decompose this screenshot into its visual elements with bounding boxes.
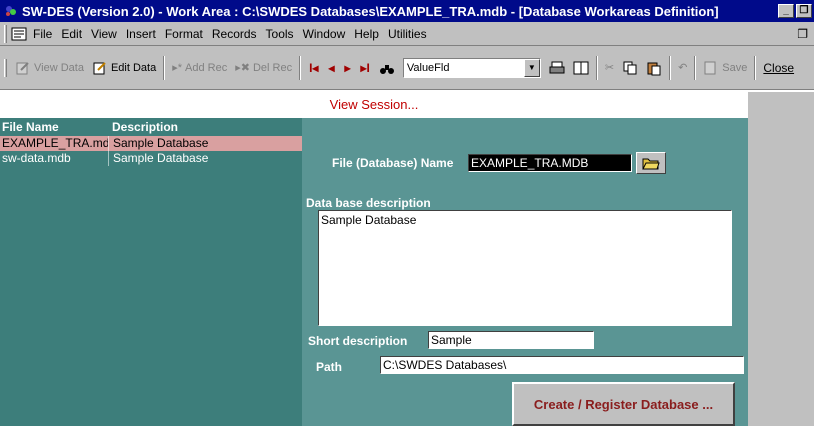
row-description: Sample Database	[108, 136, 302, 151]
menu-edit[interactable]: Edit	[61, 27, 82, 41]
row-description: Sample Database	[108, 151, 302, 166]
menu-tools[interactable]: Tools	[266, 27, 294, 41]
view-data-label: View Data	[34, 61, 84, 74]
menu-utilities[interactable]: Utilities	[388, 27, 427, 41]
file-name-field[interactable]: EXAMPLE_TRA.MDB	[468, 154, 632, 172]
menu-window[interactable]: Window	[303, 27, 346, 41]
delete-record-label: Del Rec	[252, 61, 293, 74]
delete-record-icon: ▸✖	[235, 62, 250, 74]
detail-panel: File (Database) Name EXAMPLE_TRA.MDB Dat…	[302, 118, 748, 426]
title-bar: SW-DES (Version 2.0) - Work Area : C:\SW…	[0, 0, 814, 22]
toolbar-separator	[299, 55, 302, 80]
view-data-icon	[16, 61, 29, 74]
toolbar-separator	[163, 55, 166, 80]
row-file-name: sw-data.mdb	[2, 151, 71, 165]
save-button[interactable]: Save	[699, 56, 751, 80]
database-list: File Name Description EXAMPLE_TRA.mdb Sa…	[0, 118, 302, 426]
add-record-button[interactable]: ▸* Add Rec	[168, 56, 231, 80]
path-label: Path	[316, 360, 343, 374]
form-icon[interactable]	[11, 27, 27, 41]
last-record-button[interactable]: ▸I	[356, 61, 375, 75]
toolbar-separator	[754, 55, 757, 80]
window-controls: _ ❐	[778, 4, 812, 18]
grid-view-icon[interactable]	[573, 60, 589, 76]
menu-bar: File Edit View Insert Format Records Too…	[0, 22, 814, 46]
chevron-down-icon[interactable]: ▼	[523, 58, 540, 77]
toolbar-grip	[4, 58, 7, 77]
description-label: Data base description	[306, 196, 431, 210]
list-row[interactable]: sw-data.mdb Sample Database	[0, 151, 302, 166]
right-gutter	[748, 92, 814, 426]
toolbar-separator	[595, 55, 598, 80]
close-button[interactable]: Close	[759, 61, 798, 75]
menu-view[interactable]: View	[91, 27, 117, 41]
save-label: Save	[722, 61, 748, 74]
folder-icon	[642, 158, 660, 170]
copy-icon[interactable]	[622, 60, 638, 76]
toolbar-separator	[694, 55, 697, 80]
toolbar-separator	[669, 55, 672, 80]
menu-help[interactable]: Help	[354, 27, 379, 41]
row-file-name: EXAMPLE_TRA.mdb	[2, 136, 108, 150]
app-icon	[6, 6, 16, 16]
column-header-file-name[interactable]: File Name	[0, 118, 108, 136]
minimize-button[interactable]: _	[778, 4, 794, 18]
document-restore-button[interactable]: ❐	[797, 27, 808, 41]
restore-button[interactable]: ❐	[796, 4, 812, 18]
next-record-button[interactable]: ▸	[339, 61, 355, 75]
menu-insert[interactable]: Insert	[126, 27, 156, 41]
menu-grip	[4, 24, 7, 43]
first-record-button[interactable]: I◂	[304, 61, 323, 75]
view-data-button[interactable]: View Data	[11, 56, 88, 80]
field-combo-value: ValueFld	[406, 61, 450, 74]
edit-data-label: Edit Data	[110, 61, 157, 74]
list-header: File Name Description	[0, 118, 302, 136]
menu-file[interactable]: File	[33, 27, 52, 41]
field-combo[interactable]: ValueFld ▼	[402, 57, 541, 78]
cut-icon[interactable]: ✂	[601, 56, 618, 80]
file-name-label: File (Database) Name	[332, 156, 454, 170]
list-row[interactable]: EXAMPLE_TRA.mdb Sample Database	[0, 136, 302, 151]
binoculars-icon[interactable]	[379, 60, 395, 76]
window-title: SW-DES (Version 2.0) - Work Area : C:\SW…	[22, 3, 719, 19]
edit-data-button[interactable]: Edit Data	[88, 56, 160, 80]
add-record-label: Add Rec	[185, 61, 228, 74]
menu-format[interactable]: Format	[165, 27, 203, 41]
browse-folder-button[interactable]	[636, 152, 666, 174]
view-session-link[interactable]: View Session...	[0, 92, 748, 118]
create-register-database-button[interactable]: Create / Register Database ...	[512, 382, 735, 426]
toolbar: View Data Edit Data ▸* Add Rec ▸✖ Del Re…	[0, 46, 814, 90]
print-icon[interactable]	[549, 60, 565, 76]
column-header-description[interactable]: Description	[108, 118, 302, 136]
edit-data-icon	[93, 61, 106, 74]
add-record-icon: ▸*	[172, 62, 182, 74]
delete-record-button[interactable]: ▸✖ Del Rec	[231, 56, 296, 80]
short-description-field[interactable]: Sample	[428, 331, 594, 349]
description-textarea[interactable]: Sample Database	[318, 210, 732, 326]
short-description-label: Short description	[308, 334, 408, 348]
menu-records[interactable]: Records	[212, 27, 257, 41]
previous-record-button[interactable]: ◂	[323, 61, 339, 75]
paste-icon[interactable]	[646, 60, 662, 76]
save-icon	[704, 61, 716, 74]
undo-icon[interactable]: ↶	[674, 56, 691, 80]
app-window: SW-DES (Version 2.0) - Work Area : C:\SW…	[0, 0, 814, 426]
path-field[interactable]: C:\SWDES Databases\	[380, 356, 744, 374]
